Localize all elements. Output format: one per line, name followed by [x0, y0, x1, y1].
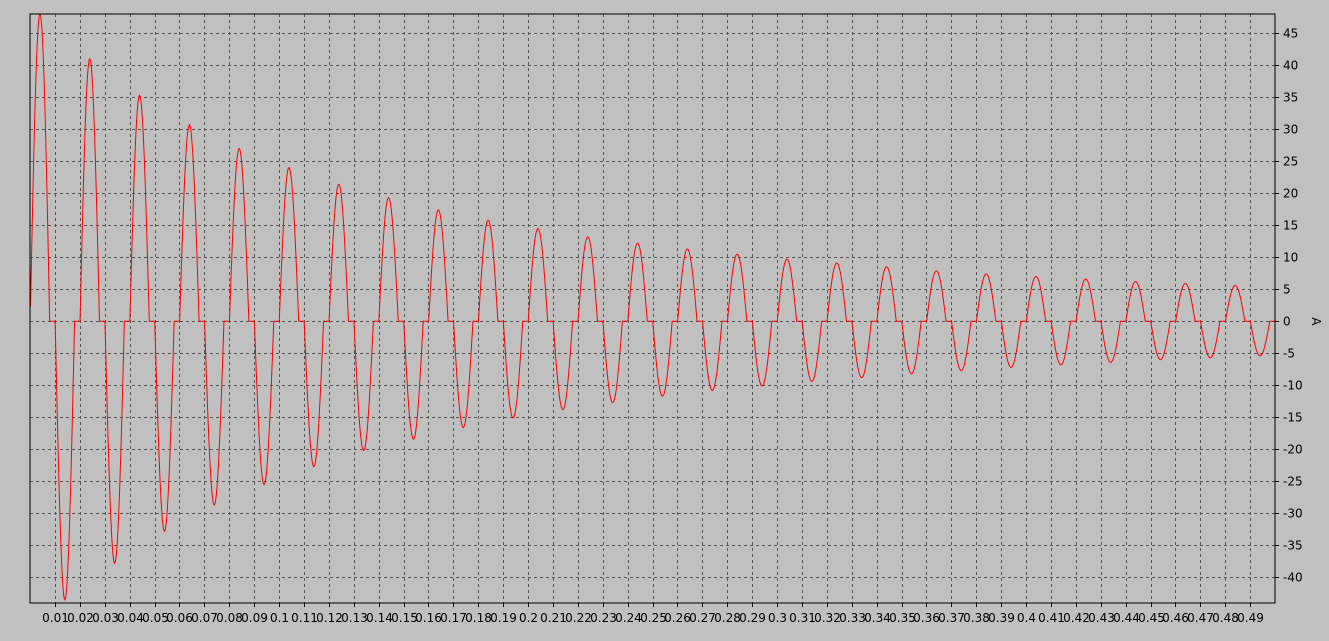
grid-layer [30, 14, 1275, 603]
x-tick-label: 0.09 [241, 611, 268, 625]
y-tick-label: -5 [1283, 347, 1295, 361]
x-tick-label: 0.11 [291, 611, 318, 625]
x-tick-label: 0.31 [789, 611, 816, 625]
x-tick-label: 0.35 [889, 611, 916, 625]
y-tick-label: 30 [1283, 123, 1298, 137]
y-tick-label: -40 [1283, 571, 1303, 585]
y-tick-label: 20 [1283, 187, 1298, 201]
y-axis-title: A [1309, 317, 1323, 326]
x-tick-label: 0.4 [1017, 611, 1036, 625]
x-tick-label: 0.29 [739, 611, 766, 625]
x-tick-label: 0.44 [1113, 611, 1140, 625]
y-tick-label: -20 [1283, 443, 1303, 457]
x-tick-label: 0.16 [415, 611, 442, 625]
x-tick-label: 0.12 [316, 611, 343, 625]
x-tick-label: 0.27 [689, 611, 716, 625]
series-layer [29, 13, 1275, 601]
x-tick-label: 0.42 [1063, 611, 1090, 625]
chart-svg: 0.010.020.030.040.050.060.070.080.09 0.1 0… [29, 13, 1323, 626]
y-tick-label: -25 [1283, 475, 1303, 489]
y-tick-label: 0 [1283, 315, 1291, 329]
y-tick-label: 35 [1283, 91, 1298, 105]
y-tick-label: 10 [1283, 251, 1298, 265]
x-tick-label: 0.46 [1162, 611, 1189, 625]
waveform-line [29, 13, 1275, 601]
y-tick-label: -30 [1283, 507, 1303, 521]
x-tick-label: 0.45 [1138, 611, 1165, 625]
x-tick-label: 0.19 [490, 611, 517, 625]
x-tick-label: 0.32 [814, 611, 841, 625]
x-tick-label: 0.2 [519, 611, 538, 625]
x-tick-label: 0.28 [714, 611, 741, 625]
x-tick-label: 0.06 [166, 611, 193, 625]
x-tick-label: 0.07 [191, 611, 218, 625]
x-tick-label: 0.17 [440, 611, 467, 625]
x-tick-label: 0.36 [913, 611, 940, 625]
y-tick-label: 40 [1283, 59, 1298, 73]
x-tick-label: 0.08 [216, 611, 243, 625]
x-tick-label: 0.14 [366, 611, 393, 625]
x-tick-label: 0.13 [341, 611, 368, 625]
y-tick-label: 25 [1283, 155, 1298, 169]
y-tick-label: -15 [1283, 411, 1303, 425]
x-tick-label: 0.1 [270, 611, 289, 625]
axis-layer: 0.010.020.030.040.050.060.070.080.09 0.1 0… [42, 27, 1302, 626]
x-tick-label: 0.26 [664, 611, 691, 625]
x-tick-label: 0.34 [864, 611, 891, 625]
x-tick-label: 0.38 [963, 611, 990, 625]
y-tick-label: -10 [1283, 379, 1303, 393]
x-tick-label: 0.22 [565, 611, 592, 625]
x-tick-label: 0.04 [117, 611, 144, 625]
x-tick-label: 0.3 [768, 611, 787, 625]
x-tick-label: 0.41 [1038, 611, 1065, 625]
x-tick-label: 0.21 [540, 611, 567, 625]
x-tick-label: 0.39 [988, 611, 1015, 625]
x-tick-label: 0.47 [1187, 611, 1214, 625]
y-tick-label: 45 [1283, 27, 1298, 41]
x-tick-label: 0.43 [1088, 611, 1115, 625]
y-tick-label: 15 [1283, 219, 1298, 233]
x-tick-label: 0.05 [142, 611, 169, 625]
y-tick-label: -35 [1283, 539, 1303, 553]
x-tick-label: 0.18 [465, 611, 492, 625]
x-tick-label: 0.15 [391, 611, 418, 625]
chart: 0.01 0.02 0.03 0.04 0.05 0.06 0.07 0.08 0.09 0.1 0… [0, 0, 1329, 641]
x-tick-label: 0.02 [67, 611, 94, 625]
x-tick-label: 0.01 [42, 611, 69, 625]
y-tick-label: 5 [1283, 283, 1291, 297]
x-tick-label: 0.37 [938, 611, 965, 625]
x-tick-label: 0.49 [1237, 611, 1264, 625]
x-tick-label: 0.33 [839, 611, 866, 625]
x-tick-label: 0.48 [1212, 611, 1239, 625]
x-tick-label: 0.23 [590, 611, 617, 625]
plot-area [29, 13, 1276, 604]
x-tick-label: 0.24 [615, 611, 642, 625]
x-tick-label: 0.03 [92, 611, 119, 625]
x-tick-label: 0.25 [640, 611, 667, 625]
